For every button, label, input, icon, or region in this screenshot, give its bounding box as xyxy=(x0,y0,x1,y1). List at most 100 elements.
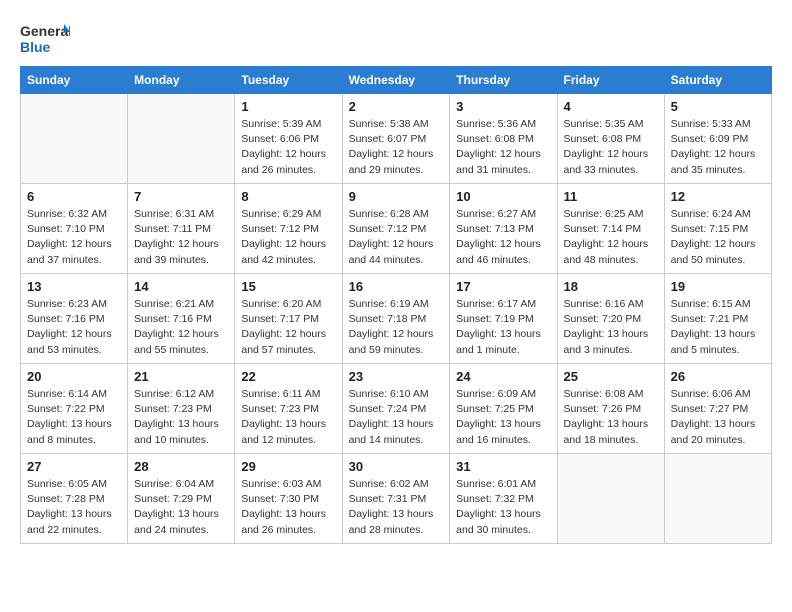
day-info: Sunrise: 6:06 AMSunset: 7:27 PMDaylight:… xyxy=(671,387,765,448)
weekday-header-friday: Friday xyxy=(557,67,664,94)
day-number: 11 xyxy=(564,189,658,204)
svg-text:Blue: Blue xyxy=(20,39,51,55)
week-row-5: 27 Sunrise: 6:05 AMSunset: 7:28 PMDayligh… xyxy=(21,454,772,544)
day-number: 4 xyxy=(564,99,658,114)
calendar-cell: 31 Sunrise: 6:01 AMSunset: 7:32 PMDayligh… xyxy=(450,454,557,544)
day-info: Sunrise: 6:09 AMSunset: 7:25 PMDaylight:… xyxy=(456,387,550,448)
calendar-cell: 13 Sunrise: 6:23 AMSunset: 7:16 PMDayligh… xyxy=(21,274,128,364)
day-info: Sunrise: 6:24 AMSunset: 7:15 PMDaylight:… xyxy=(671,207,765,268)
calendar-cell: 29Sunrise: 6:03 AMSunset: 7:30 PMDayligh… xyxy=(235,454,342,544)
weekday-header-sunday: Sunday xyxy=(21,67,128,94)
day-number: 9 xyxy=(349,189,444,204)
calendar-cell: 10 Sunrise: 6:27 AMSunset: 7:13 PMDayligh… xyxy=(450,184,557,274)
day-number: 25 xyxy=(564,369,658,384)
calendar-cell: 20 Sunrise: 6:14 AMSunset: 7:22 PMDayligh… xyxy=(21,364,128,454)
calendar-cell: 30Sunrise: 6:02 AMSunset: 7:31 PMDayligh… xyxy=(342,454,450,544)
day-info: Sunrise: 6:31 AMSunset: 7:11 PMDaylight:… xyxy=(134,207,228,268)
day-number: 8 xyxy=(241,189,335,204)
day-info: Sunrise: 6:16 AMSunset: 7:20 PMDaylight:… xyxy=(564,297,658,358)
weekday-header-monday: Monday xyxy=(128,67,235,94)
calendar-cell: 14Sunrise: 6:21 AMSunset: 7:16 PMDayligh… xyxy=(128,274,235,364)
calendar-cell xyxy=(664,454,771,544)
calendar-cell: 27 Sunrise: 6:05 AMSunset: 7:28 PMDayligh… xyxy=(21,454,128,544)
day-number: 6 xyxy=(27,189,121,204)
day-number: 17 xyxy=(456,279,550,294)
calendar-cell: 1Sunrise: 5:39 AMSunset: 6:06 PMDaylight… xyxy=(235,94,342,184)
calendar-cell xyxy=(557,454,664,544)
calendar-cell: 16 Sunrise: 6:19 AMSunset: 7:18 PMDayligh… xyxy=(342,274,450,364)
day-info: Sunrise: 6:23 AMSunset: 7:16 PMDaylight:… xyxy=(27,297,121,358)
calendar-cell: 25Sunrise: 6:08 AMSunset: 7:26 PMDayligh… xyxy=(557,364,664,454)
day-number: 30 xyxy=(349,459,444,474)
calendar-cell: 24 Sunrise: 6:09 AMSunset: 7:25 PMDayligh… xyxy=(450,364,557,454)
day-number: 23 xyxy=(349,369,444,384)
calendar-cell: 18 Sunrise: 6:16 AMSunset: 7:20 PMDayligh… xyxy=(557,274,664,364)
day-info: Sunrise: 6:19 AMSunset: 7:18 PMDaylight:… xyxy=(349,297,444,358)
day-info: Sunrise: 5:33 AMSunset: 6:09 PMDaylight:… xyxy=(671,117,765,178)
day-number: 10 xyxy=(456,189,550,204)
week-row-1: 1Sunrise: 5:39 AMSunset: 6:06 PMDaylight… xyxy=(21,94,772,184)
day-info: Sunrise: 6:01 AMSunset: 7:32 PMDaylight:… xyxy=(456,477,550,538)
day-info: Sunrise: 6:04 AMSunset: 7:29 PMDaylight:… xyxy=(134,477,228,538)
day-number: 13 xyxy=(27,279,121,294)
logo-svg: General Blue xyxy=(20,20,70,56)
day-info: Sunrise: 6:20 AMSunset: 7:17 PMDaylight:… xyxy=(241,297,335,358)
calendar-table: SundayMondayTuesdayWednesdayThursdayFrid… xyxy=(20,66,772,544)
calendar-cell: 3Sunrise: 5:36 AMSunset: 6:08 PMDaylight… xyxy=(450,94,557,184)
day-number: 16 xyxy=(349,279,444,294)
day-number: 31 xyxy=(456,459,550,474)
day-number: 24 xyxy=(456,369,550,384)
calendar-cell: 2 Sunrise: 5:38 AMSunset: 6:07 PMDaylight… xyxy=(342,94,450,184)
day-number: 18 xyxy=(564,279,658,294)
calendar-cell: 8 Sunrise: 6:29 AMSunset: 7:12 PMDaylight… xyxy=(235,184,342,274)
weekday-header-saturday: Saturday xyxy=(664,67,771,94)
day-number: 20 xyxy=(27,369,121,384)
week-row-2: 6 Sunrise: 6:32 AMSunset: 7:10 PMDaylight… xyxy=(21,184,772,274)
day-number: 22 xyxy=(241,369,335,384)
day-info: Sunrise: 6:14 AMSunset: 7:22 PMDaylight:… xyxy=(27,387,121,448)
calendar-cell: 28 Sunrise: 6:04 AMSunset: 7:29 PMDayligh… xyxy=(128,454,235,544)
day-info: Sunrise: 6:10 AMSunset: 7:24 PMDaylight:… xyxy=(349,387,444,448)
day-number: 14 xyxy=(134,279,228,294)
day-info: Sunrise: 6:27 AMSunset: 7:13 PMDaylight:… xyxy=(456,207,550,268)
calendar-cell: 17 Sunrise: 6:17 AMSunset: 7:19 PMDayligh… xyxy=(450,274,557,364)
week-row-4: 20 Sunrise: 6:14 AMSunset: 7:22 PMDayligh… xyxy=(21,364,772,454)
day-number: 28 xyxy=(134,459,228,474)
svg-text:General: General xyxy=(20,23,70,39)
day-number: 12 xyxy=(671,189,765,204)
calendar-cell: 21 Sunrise: 6:12 AMSunset: 7:23 PMDayligh… xyxy=(128,364,235,454)
week-row-3: 13 Sunrise: 6:23 AMSunset: 7:16 PMDayligh… xyxy=(21,274,772,364)
day-info: Sunrise: 6:28 AMSunset: 7:12 PMDaylight:… xyxy=(349,207,444,268)
calendar-cell: 22Sunrise: 6:11 AMSunset: 7:23 PMDayligh… xyxy=(235,364,342,454)
weekday-header-thursday: Thursday xyxy=(450,67,557,94)
day-info: Sunrise: 5:38 AMSunset: 6:07 PMDaylight:… xyxy=(349,117,444,178)
day-info: Sunrise: 6:29 AMSunset: 7:12 PMDaylight:… xyxy=(241,207,335,268)
day-info: Sunrise: 6:12 AMSunset: 7:23 PMDaylight:… xyxy=(134,387,228,448)
day-number: 7 xyxy=(134,189,228,204)
calendar-cell: 9 Sunrise: 6:28 AMSunset: 7:12 PMDaylight… xyxy=(342,184,450,274)
day-number: 26 xyxy=(671,369,765,384)
day-info: Sunrise: 6:17 AMSunset: 7:19 PMDaylight:… xyxy=(456,297,550,358)
calendar-cell: 7 Sunrise: 6:31 AMSunset: 7:11 PMDaylight… xyxy=(128,184,235,274)
day-number: 15 xyxy=(241,279,335,294)
day-info: Sunrise: 6:15 AMSunset: 7:21 PMDaylight:… xyxy=(671,297,765,358)
calendar-cell: 6 Sunrise: 6:32 AMSunset: 7:10 PMDaylight… xyxy=(21,184,128,274)
weekday-header-wednesday: Wednesday xyxy=(342,67,450,94)
day-info: Sunrise: 5:35 AMSunset: 6:08 PMDaylight:… xyxy=(564,117,658,178)
day-number: 21 xyxy=(134,369,228,384)
day-number: 3 xyxy=(456,99,550,114)
calendar-cell: 15 Sunrise: 6:20 AMSunset: 7:17 PMDayligh… xyxy=(235,274,342,364)
day-info: Sunrise: 6:05 AMSunset: 7:28 PMDaylight:… xyxy=(27,477,121,538)
calendar-cell: 23 Sunrise: 6:10 AMSunset: 7:24 PMDayligh… xyxy=(342,364,450,454)
weekday-header-row: SundayMondayTuesdayWednesdayThursdayFrid… xyxy=(21,67,772,94)
calendar-cell: 26 Sunrise: 6:06 AMSunset: 7:27 PMDayligh… xyxy=(664,364,771,454)
day-info: Sunrise: 6:32 AMSunset: 7:10 PMDaylight:… xyxy=(27,207,121,268)
header: General Blue xyxy=(20,20,772,56)
logo: General Blue xyxy=(20,20,70,56)
weekday-header-tuesday: Tuesday xyxy=(235,67,342,94)
day-number: 1 xyxy=(241,99,335,114)
calendar-cell: 19Sunrise: 6:15 AMSunset: 7:21 PMDayligh… xyxy=(664,274,771,364)
calendar-cell: 12 Sunrise: 6:24 AMSunset: 7:15 PMDayligh… xyxy=(664,184,771,274)
day-number: 27 xyxy=(27,459,121,474)
day-number: 2 xyxy=(349,99,444,114)
